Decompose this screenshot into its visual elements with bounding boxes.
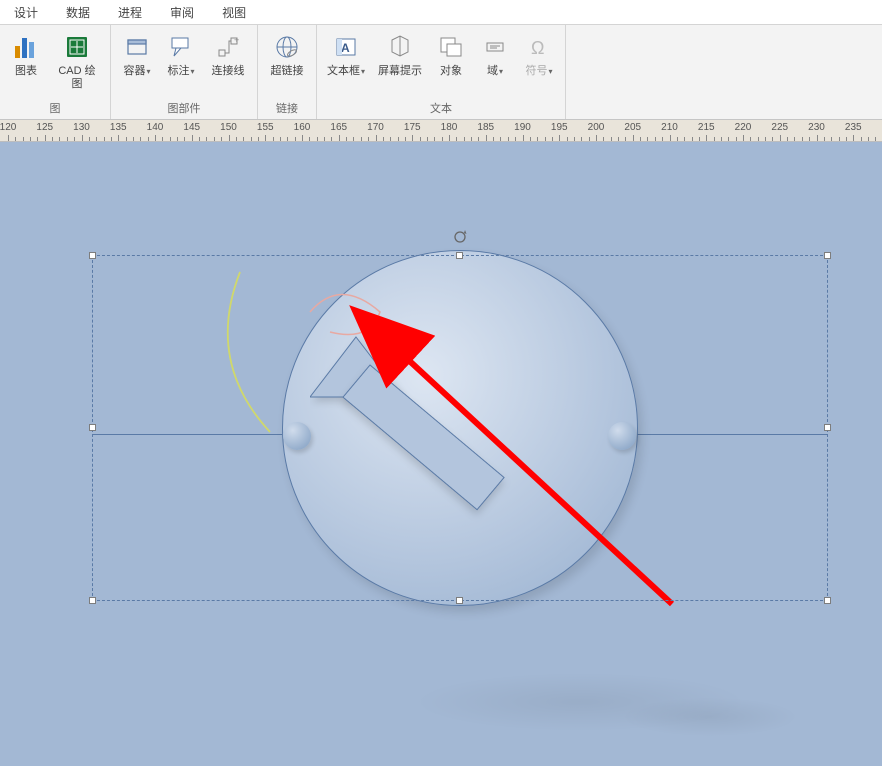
hyperlink-button[interactable]: 超链接 [263, 28, 311, 98]
group-label-text: 文本 [322, 98, 560, 119]
textbox-button[interactable]: A 文本框▾ [322, 28, 370, 98]
symbol-button[interactable]: Ω 符号▾ [518, 28, 560, 98]
tab-process[interactable]: 进程 [104, 0, 156, 24]
container-icon [121, 31, 153, 63]
screentip-button[interactable]: 屏幕提示 [372, 28, 428, 98]
textbox-icon: A [330, 31, 362, 63]
horizontal-ruler[interactable]: 1201251301351401451501551601651701751801… [0, 120, 882, 142]
connector-button[interactable]: + 连接线 [204, 28, 252, 98]
field-icon [479, 31, 511, 63]
group-label-chart: 图 [5, 98, 105, 119]
selection-box[interactable] [92, 255, 828, 601]
symbol-icon: Ω [523, 31, 555, 63]
group-label-link: 链接 [263, 98, 311, 119]
ribbon-group-chart: 图表 CAD 绘图 图 [0, 25, 111, 119]
field-button[interactable]: 域▾ [474, 28, 516, 98]
rotate-handle[interactable] [453, 230, 467, 244]
object-icon [435, 31, 467, 63]
callout-button[interactable]: 标注▾ [160, 28, 202, 98]
chevron-down-icon: ▾ [146, 67, 150, 76]
screentip-icon [384, 31, 416, 63]
chevron-down-icon: ▾ [190, 67, 194, 76]
tab-data[interactable]: 数据 [52, 0, 104, 24]
resize-handle-sw[interactable] [89, 597, 96, 604]
cad-button[interactable]: CAD 绘图 [49, 28, 105, 98]
tab-design[interactable]: 设计 [0, 0, 52, 24]
chevron-down-icon: ▾ [499, 67, 503, 76]
chart-icon [10, 31, 42, 63]
object-button[interactable]: 对象 [430, 28, 472, 98]
svg-text:A: A [341, 41, 350, 55]
hyperlink-icon [271, 31, 303, 63]
ribbon-group-link: 超链接 链接 [258, 25, 317, 119]
resize-handle-w[interactable] [89, 424, 96, 431]
resize-handle-nw[interactable] [89, 252, 96, 259]
chart-button[interactable]: 图表 [5, 28, 47, 98]
resize-handle-ne[interactable] [824, 252, 831, 259]
ribbon-tabs: 设计 数据 进程 审阅 视图 [0, 0, 882, 25]
chevron-down-icon: ▾ [361, 67, 365, 76]
group-label-parts: 图部件 [116, 98, 252, 119]
canvas[interactable] [0, 142, 882, 766]
resize-handle-s[interactable] [456, 597, 463, 604]
resize-handle-e[interactable] [824, 424, 831, 431]
tab-review[interactable]: 审阅 [156, 0, 208, 24]
resize-handle-se[interactable] [824, 597, 831, 604]
ribbon-group-parts: 容器▾ 标注▾ + [111, 25, 258, 119]
tab-view[interactable]: 视图 [208, 0, 260, 24]
resize-handle-n[interactable] [456, 252, 463, 259]
cad-icon [61, 31, 93, 63]
connector-icon: + [212, 31, 244, 63]
svg-text:+: + [234, 35, 239, 45]
container-button[interactable]: 容器▾ [116, 28, 158, 98]
svg-text:Ω: Ω [531, 38, 544, 58]
ribbon-group-text: A 文本框▾ 屏幕提示 [317, 25, 566, 119]
ribbon: 图表 CAD 绘图 图 [0, 25, 882, 120]
callout-icon [165, 31, 197, 63]
chevron-down-icon: ▾ [548, 67, 552, 76]
